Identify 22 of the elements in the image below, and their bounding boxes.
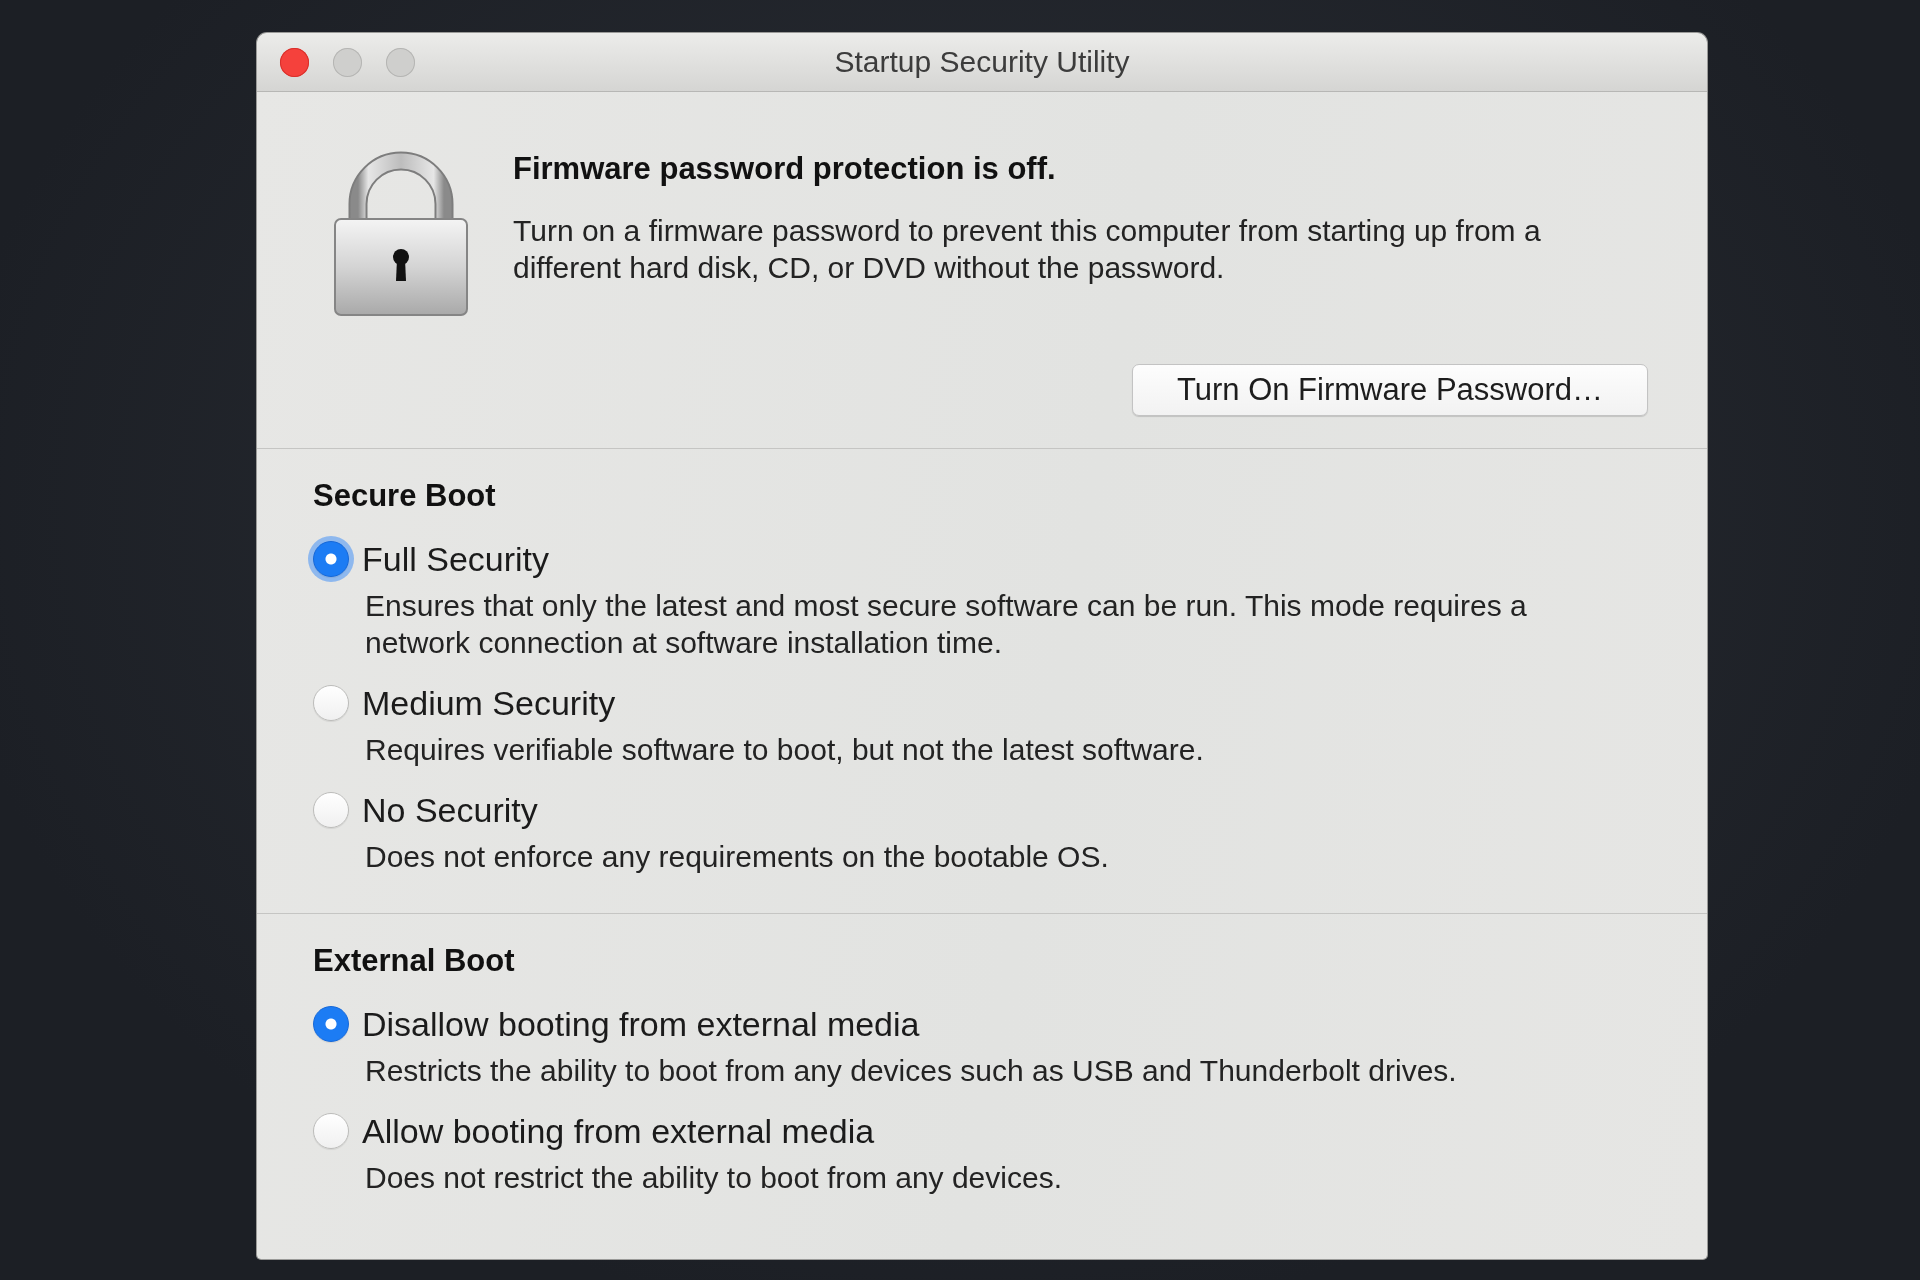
option-label[interactable]: No Security bbox=[362, 790, 1648, 830]
window-title: Startup Security Utility bbox=[834, 45, 1130, 79]
status-heading: Firmware password protection is off. bbox=[513, 151, 1057, 187]
radio-button[interactable] bbox=[313, 1113, 349, 1149]
section-heading: External Boot bbox=[313, 943, 516, 979]
option-description: Restricts the ability to boot from any devices such as USB and Thunderbolt drives. bbox=[365, 1053, 1458, 1089]
option-label[interactable]: Full Security bbox=[362, 539, 1648, 579]
option-description: Requires verifiable software to boot, but not the latest software. bbox=[365, 732, 1205, 768]
option-description: Does not restrict the ability to boot from any devices. bbox=[365, 1160, 1063, 1196]
lock-icon bbox=[334, 149, 468, 316]
option-label[interactable]: Disallow booting from external media bbox=[362, 1004, 1648, 1044]
section-heading: Secure Boot bbox=[313, 478, 497, 514]
turn-on-password-button[interactable]: Turn On Firmware Password… bbox=[1131, 364, 1648, 416]
option-description: Does not enforce any requirements on the bootable OS. bbox=[365, 839, 1110, 875]
radio-button[interactable] bbox=[313, 685, 349, 721]
option-description: Ensures that only the latest and most secure software can be run. This mode requires a network connection at software installation time. bbox=[365, 588, 1528, 661]
close-button[interactable] bbox=[280, 47, 309, 77]
option-label[interactable]: Medium Security bbox=[362, 683, 1648, 723]
radio-button[interactable] bbox=[313, 792, 349, 828]
option-label[interactable]: Allow booting from external media bbox=[362, 1111, 1648, 1151]
radio-button[interactable] bbox=[313, 1006, 349, 1042]
status-description: Turn on a firmware password to prevent this computer from starting up from a different hard disk, CD, or DVD without the password. bbox=[513, 213, 1542, 286]
